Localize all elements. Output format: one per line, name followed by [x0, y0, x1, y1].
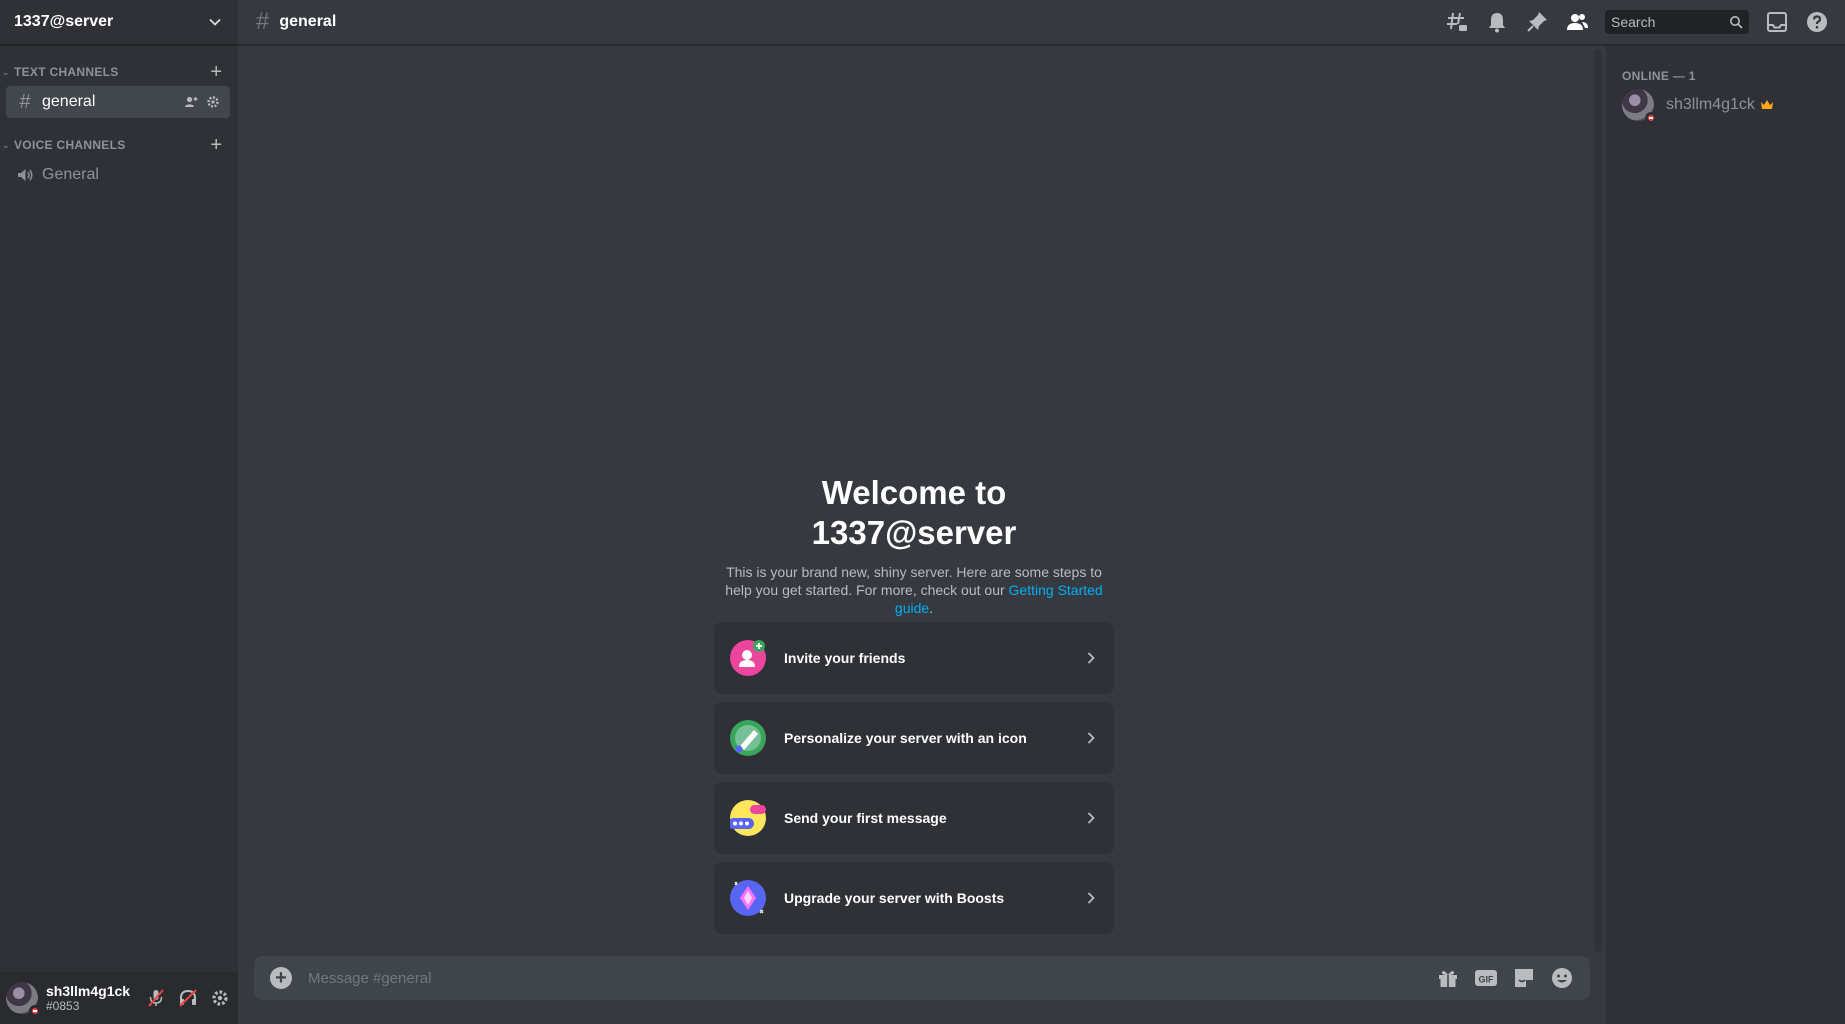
onboarding-cards: Invite your friends Personalize your ser…: [714, 622, 1114, 942]
user-name: sh3llm4g1ck: [46, 983, 131, 999]
invite-friends-icon: [730, 640, 766, 676]
gift-icon[interactable]: [1436, 966, 1460, 990]
threads-icon[interactable]: [1445, 10, 1469, 34]
category-label: VOICE CHANNELS: [14, 138, 126, 152]
pinned-messages-icon[interactable]: [1525, 10, 1549, 34]
chevron-down-icon: [209, 18, 221, 26]
chevron-right-icon: [1087, 652, 1095, 664]
chevron-right-icon: [1087, 812, 1095, 824]
upload-plus-icon[interactable]: +: [270, 967, 292, 989]
message-input[interactable]: [308, 969, 1436, 987]
personalize-icon: [730, 720, 766, 756]
voice-channel-general[interactable]: General: [6, 159, 230, 191]
category-label: TEXT CHANNELS: [14, 65, 119, 79]
message-composer: + GIF: [254, 956, 1590, 1000]
user-settings-icon[interactable]: [210, 988, 230, 1008]
notification-bell-icon[interactable]: [1485, 10, 1509, 34]
member-list-icon[interactable]: [1565, 10, 1589, 34]
member-item[interactable]: sh3llm4g1ck: [1622, 89, 1845, 124]
search-placeholder: Search: [1611, 14, 1656, 30]
avatar[interactable]: [6, 982, 41, 1017]
gif-label: GIF: [1479, 975, 1495, 985]
upgrade-boosts-card[interactable]: Upgrade your server with Boosts: [714, 862, 1114, 934]
mute-icon[interactable]: [146, 988, 166, 1008]
user-tag: #0853: [46, 999, 80, 1013]
member-name: sh3llm4g1ck: [1666, 96, 1755, 113]
card-label: Invite your friends: [784, 650, 906, 666]
members-header: ONLINE — 1: [1622, 69, 1696, 83]
emoji-icon[interactable]: [1550, 966, 1574, 990]
channel-name: general: [42, 93, 96, 110]
invite-friends-card[interactable]: Invite your friends: [714, 622, 1114, 694]
dnd-status-icon: [1645, 112, 1657, 124]
welcome-subtitle-suffix: .: [929, 600, 934, 616]
avatar: [1622, 89, 1657, 124]
channel-sidebar: 1337@server ⌄ TEXT CHANNELS + # general …: [0, 0, 238, 1024]
first-message-card[interactable]: Send your first message: [714, 782, 1114, 854]
welcome-title-line2: 1337@server: [811, 514, 1017, 551]
chevron-right-icon: [1087, 892, 1095, 904]
category-text-channels[interactable]: ⌄ TEXT CHANNELS +: [0, 62, 238, 82]
collapse-arrow-icon: ⌄: [2, 66, 10, 77]
search-input[interactable]: Search: [1605, 10, 1749, 34]
inbox-icon[interactable]: [1765, 10, 1789, 34]
category-voice-channels[interactable]: ⌄ VOICE CHANNELS +: [0, 135, 238, 155]
card-label: Send your first message: [784, 810, 947, 826]
channel-general[interactable]: # general: [6, 86, 230, 118]
server-name: 1337@server: [14, 13, 114, 30]
server-header[interactable]: 1337@server: [0, 0, 238, 45]
user-panel: sh3llm4g1ck #0853: [0, 972, 238, 1024]
deafen-icon[interactable]: [178, 988, 198, 1008]
card-label: Upgrade your server with Boosts: [784, 890, 1005, 906]
text-channel-icon: #: [256, 8, 270, 35]
chat-scrollbar[interactable]: [1594, 50, 1602, 952]
welcome-title-line1: Welcome to: [821, 474, 1007, 511]
chevron-right-icon: [1087, 732, 1095, 744]
create-invite-icon[interactable]: [184, 95, 198, 109]
speaker-icon: [18, 169, 33, 181]
welcome-section: Welcome to 1337@server This is your bran…: [714, 473, 1114, 617]
create-channel-icon[interactable]: +: [210, 135, 222, 155]
channel-name: General: [42, 166, 99, 183]
gif-icon[interactable]: GIF: [1474, 966, 1498, 990]
personalize-server-card[interactable]: Personalize your server with an icon: [714, 702, 1114, 774]
help-icon[interactable]: [1805, 10, 1829, 34]
search-icon: [1730, 16, 1743, 29]
collapse-arrow-icon: ⌄: [2, 139, 10, 150]
dnd-status-icon: [29, 1005, 41, 1017]
channel-settings-icon[interactable]: [206, 95, 220, 109]
create-channel-icon[interactable]: +: [210, 62, 222, 82]
text-channel-icon: #: [19, 90, 31, 113]
crown-icon: [1760, 100, 1773, 109]
sticker-icon[interactable]: [1512, 966, 1536, 990]
first-message-icon: [728, 800, 766, 836]
channel-header: # general Search: [238, 0, 1845, 45]
card-label: Personalize your server with an icon: [784, 730, 1027, 746]
boost-icon: [730, 880, 766, 916]
discord-app: 1337@server ⌄ TEXT CHANNELS + # general …: [0, 0, 1845, 1024]
channel-title: general: [279, 13, 337, 30]
member-list: ONLINE — 1 sh3llm4g1ck: [1606, 46, 1845, 1024]
welcome-subtitle: This is your brand new, shiny server. He…: [714, 563, 1114, 617]
welcome-title: Welcome to 1337@server: [714, 473, 1114, 553]
